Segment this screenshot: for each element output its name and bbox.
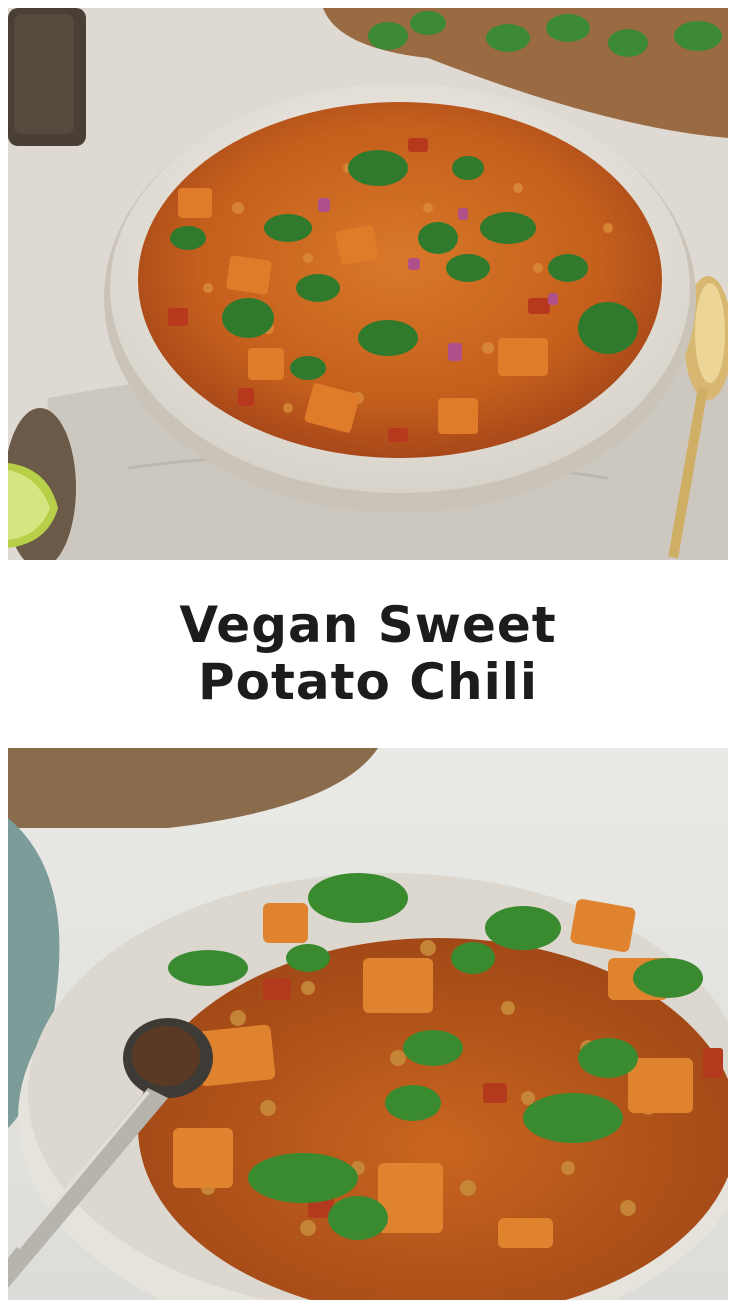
recipe-title-line-2: Potato Chili xyxy=(197,653,538,711)
top-food-photo xyxy=(8,8,728,560)
overhead-chili-bowl-image xyxy=(8,8,728,560)
recipe-title-line-1: Vegan Sweet xyxy=(179,596,557,654)
bottom-food-photo xyxy=(8,748,728,1300)
recipe-title: Vegan Sweet Potato Chili xyxy=(179,597,556,711)
side-angle-chili-bowl-image xyxy=(8,748,728,1300)
title-band: Vegan Sweet Potato Chili xyxy=(8,560,728,748)
